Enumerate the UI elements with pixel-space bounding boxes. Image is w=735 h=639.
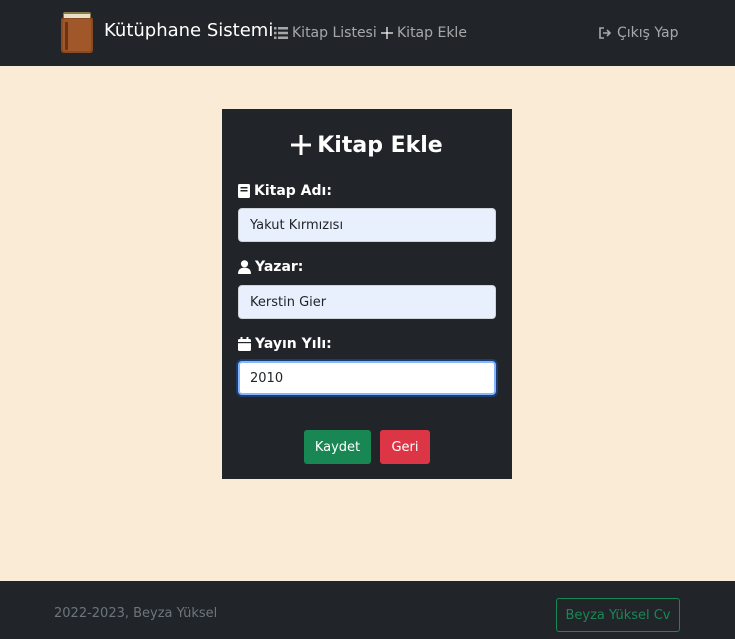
author-input[interactable] bbox=[238, 285, 496, 319]
plus-icon bbox=[381, 27, 393, 39]
form-title: Kitap Ekle bbox=[222, 130, 512, 160]
navbar: Kütüphane Sistemi Kitap Listesi Kitap Ek… bbox=[0, 0, 735, 66]
book-name-input[interactable] bbox=[238, 208, 496, 242]
sign-out-icon bbox=[599, 27, 612, 39]
copyright-text: 2022-2023, Beyza Yüksel bbox=[54, 606, 218, 621]
back-button[interactable]: Geri bbox=[380, 430, 430, 464]
logout-label: Çıkış Yap bbox=[617, 25, 679, 41]
nav-link-book-list[interactable]: Kitap Listesi bbox=[274, 24, 377, 42]
user-icon bbox=[238, 260, 251, 274]
book-name-label: Kitap Adı: bbox=[238, 182, 332, 200]
author-label: Yazar: bbox=[238, 258, 303, 276]
cv-button[interactable]: Beyza Yüksel Cv bbox=[556, 598, 680, 632]
save-button[interactable]: Kaydet bbox=[304, 430, 371, 464]
brand-name[interactable]: Kütüphane Sistemi bbox=[104, 20, 273, 42]
publish-year-label-text: Yayın Yılı: bbox=[255, 336, 332, 352]
book-name-label-text: Kitap Adı: bbox=[254, 183, 332, 199]
logout-link[interactable]: Çıkış Yap bbox=[599, 24, 679, 42]
nav-link-label: Kitap Ekle bbox=[397, 25, 467, 41]
publish-year-input[interactable] bbox=[238, 361, 496, 395]
nav-link-label: Kitap Listesi bbox=[292, 25, 377, 41]
publish-year-label: Yayın Yılı: bbox=[238, 335, 332, 353]
book-icon bbox=[238, 184, 250, 198]
form-title-text: Kitap Ekle bbox=[317, 132, 443, 158]
list-icon bbox=[274, 27, 288, 39]
calendar-icon bbox=[238, 337, 251, 351]
footer: 2022-2023, Beyza Yüksel Beyza Yüksel Cv bbox=[0, 581, 735, 639]
add-book-form: Kitap Ekle Kitap Adı: Yazar: Yayın Yılı:… bbox=[222, 109, 512, 479]
books-logo-icon[interactable] bbox=[60, 10, 94, 54]
nav-link-add-book[interactable]: Kitap Ekle bbox=[381, 24, 467, 42]
author-label-text: Yazar: bbox=[255, 259, 304, 275]
plus-icon bbox=[291, 135, 312, 155]
